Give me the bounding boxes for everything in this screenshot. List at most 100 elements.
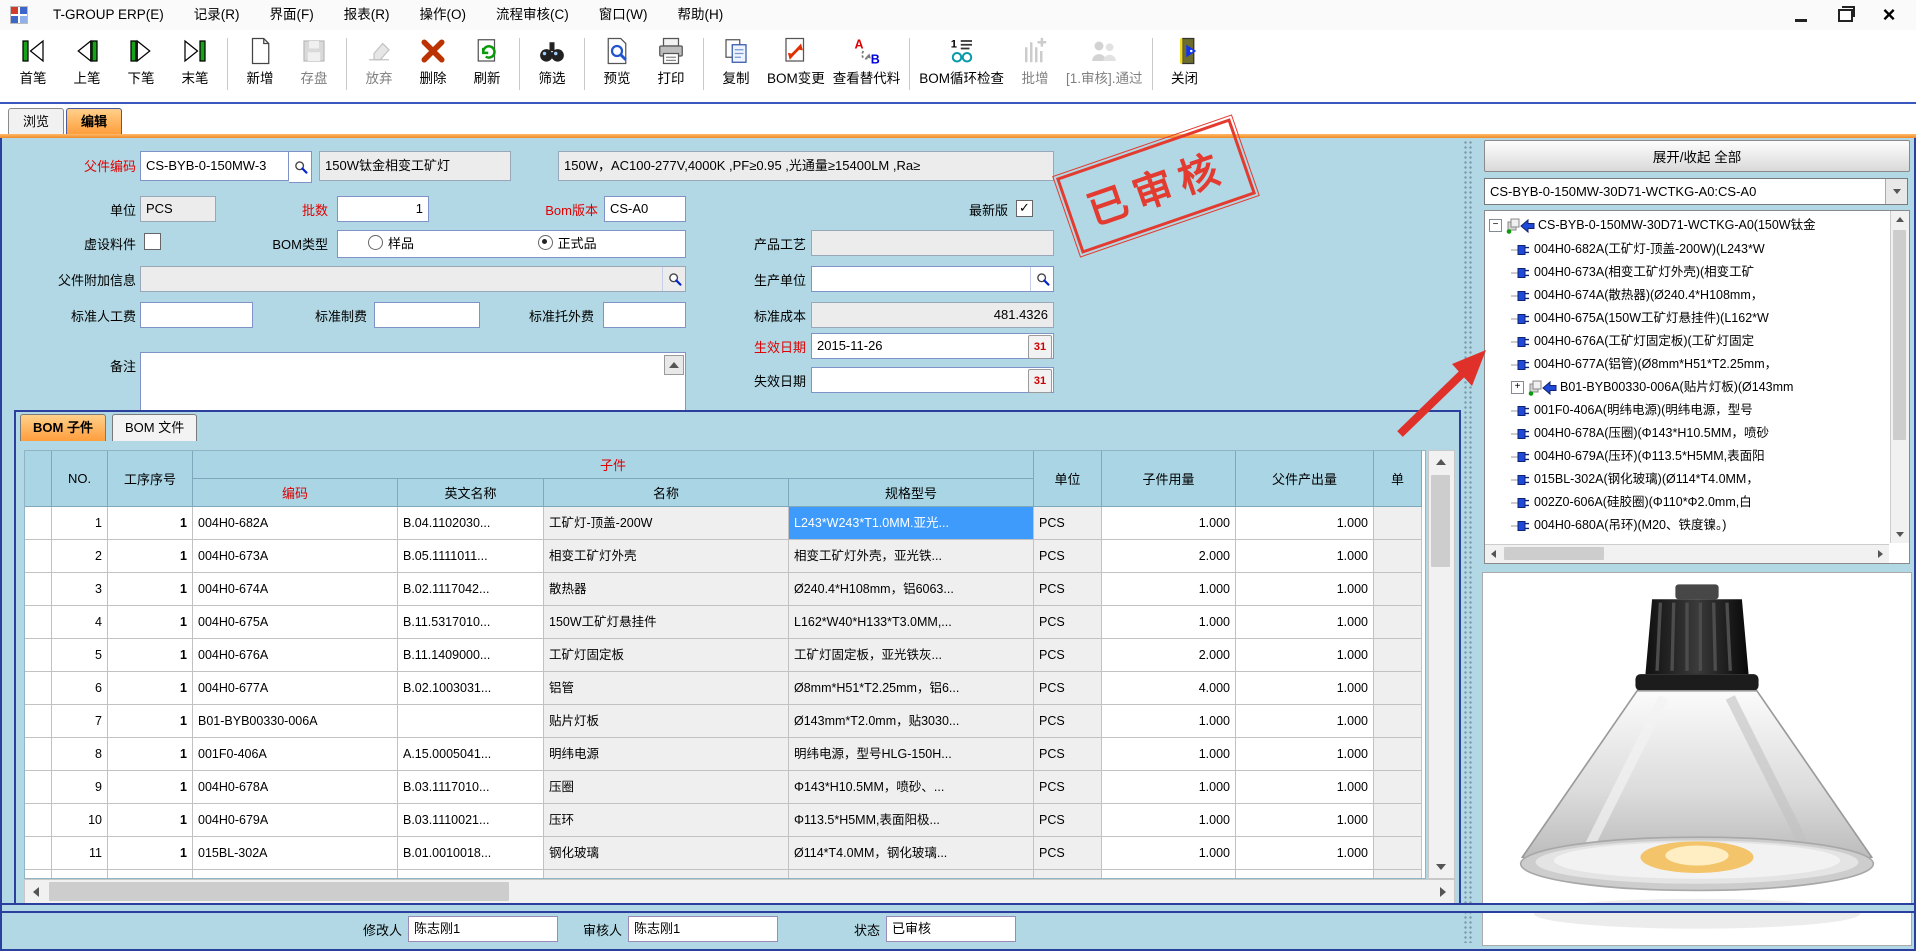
- restore-button[interactable]: [1836, 6, 1854, 24]
- tab-bom-children[interactable]: BOM 子件: [20, 414, 106, 441]
- bom-cell-unit[interactable]: PCS: [1034, 870, 1102, 879]
- bom-cell-en[interactable]: B.02.1117042...: [398, 573, 544, 606]
- bom-cell-proc[interactable]: 1: [108, 606, 193, 639]
- bom-cell-en[interactable]: B.11.5317010...: [398, 606, 544, 639]
- bom-cell-no[interactable]: 6: [52, 672, 108, 705]
- bom-cell-name[interactable]: 贴片灯板: [544, 705, 789, 738]
- tree-vscroll-thumb[interactable]: [1893, 230, 1906, 440]
- toolbar-button-刷新[interactable]: 刷新: [460, 34, 514, 89]
- tree-vscroll-down-button[interactable]: [1891, 526, 1908, 543]
- bom-cell-code[interactable]: 004H0-682A: [193, 507, 398, 540]
- tree-root[interactable]: −CS-BYB-0-150MW-30D71-WCTKG-A0(150W钛金: [1489, 214, 1816, 237]
- menu-item-4[interactable]: 操作(O): [405, 0, 482, 30]
- bom-cell-name[interactable]: 明纬电源: [544, 738, 789, 771]
- bom-cell-spec[interactable]: Φ113.5*H5MM,表面阳极...: [789, 804, 1034, 837]
- bom-cell-out[interactable]: 1.000: [1236, 573, 1374, 606]
- bom-cell-ex[interactable]: [1374, 870, 1422, 879]
- bom-cell-qty[interactable]: 2.000: [1102, 540, 1236, 573]
- bom-cell-qty[interactable]: 1.000: [1102, 507, 1236, 540]
- bom-cell-code[interactable]: 001F0-406A: [193, 738, 398, 771]
- bom-cell-spec[interactable]: Ø143mm*T2.0mm，贴3030...: [789, 705, 1034, 738]
- bom-cell-name[interactable]: 工矿灯固定板: [544, 639, 789, 672]
- effective-calendar-button[interactable]: 31: [1028, 335, 1052, 359]
- bom-cell-out[interactable]: 1.000: [1236, 507, 1374, 540]
- tree-vscrollbar[interactable]: [1890, 211, 1909, 543]
- bom-cell-spec[interactable]: Φ143*H10.5MM，喷砂、...: [789, 771, 1034, 804]
- tree-item-5[interactable]: 004H0-677A(铝管)(Ø8mm*H51*T2.25mm，: [1511, 353, 1777, 376]
- bom-cell-en[interactable]: B.02.1003031...: [398, 672, 544, 705]
- toolbar-button-首笔[interactable]: 首笔: [6, 34, 60, 89]
- batch-input[interactable]: 1: [337, 196, 429, 222]
- virtual-part-checkbox[interactable]: [144, 233, 161, 250]
- bom-cell-out[interactable]: 1.000: [1236, 870, 1374, 879]
- memo-scroll-up-button[interactable]: [664, 355, 684, 375]
- bom-cell-name[interactable]: 散热器: [544, 573, 789, 606]
- bom-cell-code[interactable]: 004H0-676A: [193, 639, 398, 672]
- bom-cell-code[interactable]: 004H0-675A: [193, 606, 398, 639]
- toolbar-button-BOM循环检查[interactable]: 1BOM循环检查: [915, 34, 1008, 89]
- mfg-cost-input[interactable]: [374, 302, 480, 328]
- bom-cell-spec[interactable]: Ø240.4*H108mm，铝6063...: [789, 573, 1034, 606]
- bom-cell-name[interactable]: 工矿灯-顶盖-200W: [544, 507, 789, 540]
- menu-item-6[interactable]: 窗口(W): [584, 0, 663, 30]
- toolbar-button-BOM变更[interactable]: BOM变更: [763, 34, 829, 89]
- tree-hscroll-left-button[interactable]: [1485, 545, 1502, 562]
- bom-cell-proc[interactable]: 1: [108, 738, 193, 771]
- bom-cell-ex[interactable]: [1374, 771, 1422, 804]
- bom-version-dropdown[interactable]: CS-BYB-0-150MW-30D71-WCTKG-A0:CS-A0: [1484, 178, 1908, 205]
- tab-edit[interactable]: 编辑: [66, 108, 122, 134]
- bom-cell-qty[interactable]: 4.000: [1102, 672, 1236, 705]
- effective-date-input[interactable]: 2015-11-26: [811, 333, 1054, 359]
- bom-cell-ex[interactable]: [1374, 672, 1422, 705]
- bom-cell-proc[interactable]: 1: [108, 804, 193, 837]
- dropdown-arrow-button[interactable]: [1885, 179, 1907, 204]
- bom-cell-qty[interactable]: 1.000: [1102, 738, 1236, 771]
- bom-cell-name[interactable]: 相变工矿灯外壳: [544, 540, 789, 573]
- tab-browse[interactable]: 浏览: [8, 108, 64, 134]
- hscroll-left-button[interactable]: [25, 880, 47, 903]
- minimize-button[interactable]: [1792, 6, 1810, 24]
- parent-code-lookup-button[interactable]: [289, 151, 312, 183]
- bom-type-formal-option[interactable]: 正式品: [538, 236, 597, 251]
- bom-cell-unit[interactable]: PCS: [1034, 573, 1102, 606]
- bom-cell-name[interactable]: 硅胶圈: [544, 870, 789, 879]
- bom-cell-ex[interactable]: [1374, 705, 1422, 738]
- toolbar-button-删除[interactable]: 删除: [406, 34, 460, 89]
- toolbar-button-预览[interactable]: 预览: [590, 34, 644, 89]
- bom-cell-en[interactable]: B.13.0543033...: [398, 870, 544, 879]
- bom-cell-unit[interactable]: PCS: [1034, 606, 1102, 639]
- bom-cell-out[interactable]: 1.000: [1236, 639, 1374, 672]
- bom-cell-qty[interactable]: 2.000: [1102, 639, 1236, 672]
- vscroll-thumb[interactable]: [1431, 475, 1450, 567]
- bom-cell-unit[interactable]: PCS: [1034, 672, 1102, 705]
- bom-cell-en[interactable]: B.04.1102030...: [398, 507, 544, 540]
- toolbar-button-查看替代料[interactable]: AB查看替代料: [829, 34, 905, 89]
- toolbar-button-打印[interactable]: 打印: [644, 34, 698, 89]
- bom-cell-unit[interactable]: PCS: [1034, 738, 1102, 771]
- toolbar-button-筛选[interactable]: 筛选: [525, 34, 579, 89]
- bom-cell-en[interactable]: B.03.1110021...: [398, 804, 544, 837]
- bom-cell-proc[interactable]: 1: [108, 771, 193, 804]
- bom-cell-qty[interactable]: 1.000: [1102, 606, 1236, 639]
- bom-table-hscrollbar[interactable]: [24, 879, 1455, 906]
- tree-item-7[interactable]: 001F0-406A(明纬电源)(明纬电源，型号: [1511, 399, 1753, 422]
- bom-cell-spec[interactable]: 明纬电源，型号HLG-150H...: [789, 738, 1034, 771]
- bom-cell-unit[interactable]: PCS: [1034, 639, 1102, 672]
- bom-cell-name[interactable]: 压圈: [544, 771, 789, 804]
- toolbar-button-上笔[interactable]: 上笔: [60, 34, 114, 89]
- bom-version-input[interactable]: CS-A0: [604, 196, 686, 222]
- hscroll-right-button[interactable]: [1432, 880, 1454, 903]
- parent-code-input[interactable]: CS-BYB-0-150MW-3: [140, 151, 289, 181]
- bom-cell-out[interactable]: 1.000: [1236, 606, 1374, 639]
- bom-cell-unit[interactable]: PCS: [1034, 837, 1102, 870]
- bom-cell-proc[interactable]: 1: [108, 837, 193, 870]
- expire-calendar-button[interactable]: 31: [1028, 369, 1052, 393]
- tree-item-1[interactable]: 004H0-673A(相变工矿灯外壳)(相变工矿: [1511, 261, 1754, 284]
- bom-cell-code[interactable]: 004H0-678A: [193, 771, 398, 804]
- bom-cell-name[interactable]: 压环: [544, 804, 789, 837]
- bom-cell-out[interactable]: 1.000: [1236, 540, 1374, 573]
- bom-cell-code[interactable]: B01-BYB00330-006A: [193, 705, 398, 738]
- expand-collapse-all-button[interactable]: 展开/收起 全部: [1484, 140, 1910, 172]
- toolbar-button-末笔[interactable]: 末笔: [168, 34, 222, 89]
- latest-version-checkbox[interactable]: ✓: [1016, 200, 1033, 217]
